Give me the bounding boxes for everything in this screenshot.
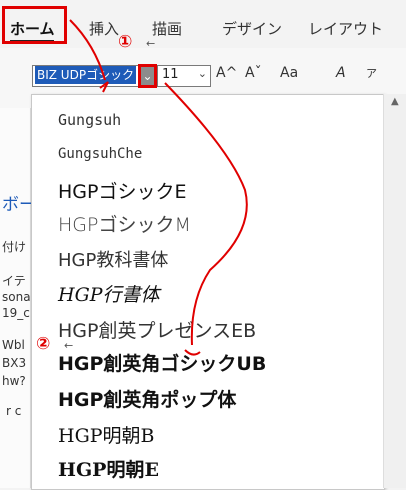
annotation-arrows	[69, 19, 248, 356]
annotation-step2-label: ②	[36, 334, 51, 354]
cursor-arrow-icon: ←	[64, 339, 74, 352]
annotation-step1-label: ①	[118, 32, 133, 52]
cursor-arrow-icon: ←	[146, 37, 156, 50]
annotation-arrow-step2	[164, 82, 248, 346]
annotation-arrowhead	[99, 81, 109, 93]
annotation-arrow-step1	[69, 19, 106, 81]
annotation-arrowhead	[184, 349, 201, 356]
